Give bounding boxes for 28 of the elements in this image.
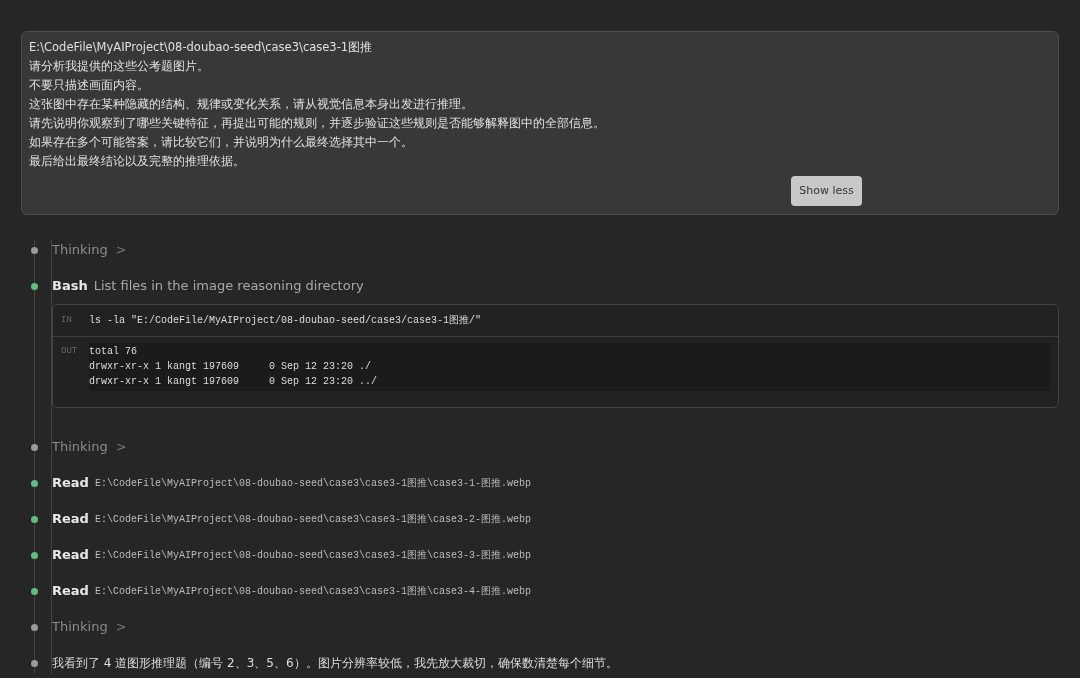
show-less-button[interactable]: Show less xyxy=(791,176,862,206)
tool-name: Bash xyxy=(52,277,88,296)
assistant-message: 我看到了 4 道图形推理题（编号 2、3、5、6）。图片分辨率较低，我先放大裁切，确保数清楚每个细节。 xyxy=(52,655,618,672)
command-text: ls -la "E:/CodeFile/MyAIProject/08-doubao-seed/case3/case3-1图推/" xyxy=(89,314,482,328)
file-path: E:\CodeFile\MyAIProject\08-doubao-seed\case3\case3-1图推\case3-4-图推.webp xyxy=(94,584,531,599)
prompt-line: 请分析我提供的这些公考题图片。 xyxy=(29,58,210,75)
in-label: IN xyxy=(61,313,73,327)
output-line: drwxr-xr-x 1 kangt 197609 0 Sep 12 23:20 ../ xyxy=(89,375,379,389)
output-line: drwxr-xr-x 1 kangt 197609 0 Sep 12 23:20 ./ xyxy=(89,360,373,374)
tool-description: List files in the image reasoning directory xyxy=(93,277,364,296)
prompt-line: 如果存在多个可能答案，请比较它们，并说明为什么最终选择其中一个。 xyxy=(29,134,414,151)
prompt-line: 这张图中存在某种隐藏的结构、规律或变化关系，请从视觉信息本身出发进行推理。 xyxy=(29,96,474,113)
tool-name: Read xyxy=(52,546,89,565)
prompt-line: 请先说明你观察到了哪些关键特征，再提出可能的规则，并逐步验证这些规则是否能够解释图中的全部信息。 xyxy=(29,115,606,132)
thinking-toggle[interactable]: Thinking > xyxy=(52,240,127,260)
prompt-line: E:\CodeFile\MyAIProject\08-doubao-seed\case3\case3-1图推 xyxy=(29,39,374,56)
prompt-line: 不要只描述画面内容。 xyxy=(29,77,150,94)
tool-name: Read xyxy=(52,474,89,493)
out-label: OUT xyxy=(61,345,79,358)
thinking-toggle[interactable]: Thinking > xyxy=(52,437,127,457)
output-line: total 76 xyxy=(89,345,138,359)
prompt-line: 最后给出最终结论以及完整的推理依据。 xyxy=(29,153,246,170)
file-path: E:\CodeFile\MyAIProject\08-doubao-seed\case3\case3-1图推\case3-3-图推.webp xyxy=(94,548,531,563)
thinking-toggle[interactable]: Thinking > xyxy=(52,617,127,637)
file-path: E:\CodeFile\MyAIProject\08-doubao-seed\case3\case3-1图推\case3-1-图推.webp xyxy=(94,476,531,491)
tool-name: Read xyxy=(52,582,89,601)
file-path: E:\CodeFile\MyAIProject\08-doubao-seed\case3\case3-1图推\case3-2-图推.webp xyxy=(94,512,531,527)
tool-name: Read xyxy=(52,510,89,529)
